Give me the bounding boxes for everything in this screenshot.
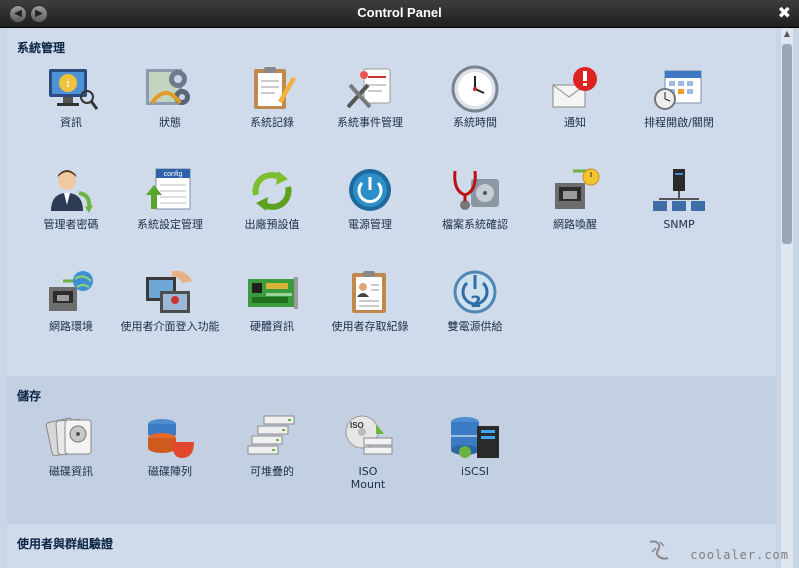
- control-panel-content: 系統管理 i 資訊 狀態 系統記錄 系統事件管理 系統時間 通知 排程開啟/關閉…: [7, 28, 776, 568]
- svg-text:ISO: ISO: [350, 421, 364, 430]
- control-item-label: 網路環境: [49, 320, 93, 333]
- control-item-label: 管理者密碼: [43, 218, 99, 231]
- control-item-label: 磁碟資訊: [49, 465, 93, 478]
- system-log-clipboard-icon: [254, 67, 296, 109]
- raid-icon: [148, 419, 194, 458]
- control-item[interactable]: 檔案系統確認: [425, 165, 525, 231]
- control-item[interactable]: 通知: [525, 63, 625, 129]
- snmp-network-icon: [653, 169, 705, 211]
- section-storage: 儲存 磁碟資訊 磁碟陣列 可堆疊的 ISO ISO Mount iSCSI: [7, 376, 776, 524]
- control-item[interactable]: 電源管理: [320, 165, 420, 231]
- system-event-tools-icon: [346, 68, 391, 109]
- section-title: 使用者與群組驗證: [17, 537, 114, 551]
- control-item[interactable]: 使用者存取紀錄: [320, 267, 420, 333]
- schedule-calendar-icon: [654, 70, 702, 110]
- section-title: 系統管理: [17, 41, 66, 55]
- control-item[interactable]: iSCSI: [425, 412, 525, 478]
- control-item[interactable]: 網路環境: [21, 267, 121, 333]
- control-item[interactable]: 硬體資訊: [222, 267, 322, 333]
- window-title: Control Panel: [357, 5, 442, 20]
- control-item-label: 使用者介面登入功能: [120, 320, 220, 333]
- filesystem-check-stethoscope-icon: [453, 170, 499, 210]
- control-item-label: 系統時間: [453, 116, 497, 129]
- control-item[interactable]: 磁碟陣列: [120, 412, 220, 478]
- control-item-label: 電源管理: [348, 218, 392, 231]
- power-button-icon: [349, 169, 391, 211]
- control-item-label: 可堆疊的: [250, 465, 294, 478]
- control-item[interactable]: i 資訊: [21, 63, 121, 129]
- control-item[interactable]: 出廠預設值: [222, 165, 322, 231]
- control-item-label: 出廠預設值: [244, 218, 300, 231]
- control-item-label: 排程開啟/關閉: [644, 116, 714, 129]
- control-item[interactable]: ISO ISO Mount: [320, 412, 416, 491]
- control-item-label: iSCSI: [461, 465, 489, 478]
- control-item[interactable]: 可堆疊的: [222, 412, 322, 478]
- control-item[interactable]: SNMP: [629, 165, 729, 231]
- control-item-label: 檔案系統確認: [442, 218, 508, 231]
- control-item[interactable]: 系統時間: [425, 63, 525, 129]
- control-item-label: 使用者存取紀錄: [331, 320, 409, 333]
- scroll-up-arrow-icon[interactable]: ▲: [781, 28, 793, 40]
- control-item-label: SNMP: [663, 218, 695, 231]
- control-item-label: 硬體資訊: [250, 320, 294, 333]
- control-item-label: 系統記錄: [250, 116, 294, 129]
- factory-reset-arrows-icon: [252, 171, 292, 211]
- control-item[interactable]: 網路喚醒: [525, 165, 625, 231]
- control-item[interactable]: config 系統設定管理: [120, 165, 220, 231]
- control-item[interactable]: 磁碟資訊: [21, 412, 121, 478]
- control-item-label: 雙電源供給: [447, 320, 503, 333]
- iscsi-icon: [451, 417, 499, 458]
- section-system-management: 系統管理 i 資訊 狀態 系統記錄 系統事件管理 系統時間 通知 排程開啟/關閉…: [7, 28, 776, 376]
- control-item-label: 磁碟陣列: [148, 465, 192, 478]
- window-titlebar: ◀ ▶ Control Panel ✖: [0, 0, 799, 28]
- control-item-label: 資訊: [60, 116, 82, 129]
- control-item-label: 狀態: [159, 116, 181, 129]
- hardware-board-icon: [248, 277, 298, 309]
- vertical-scrollbar[interactable]: ▲: [781, 28, 793, 568]
- control-item-label: ISO Mount: [350, 465, 386, 491]
- ui-login-hand-icon: [146, 270, 192, 313]
- stackable-servers-icon: [247, 415, 295, 455]
- close-button[interactable]: ✖: [778, 3, 791, 22]
- svg-text:i: i: [66, 77, 70, 90]
- control-item-label: 系統設定管理: [137, 218, 203, 231]
- clock-icon: [451, 65, 499, 113]
- notification-envelope-icon: [552, 67, 597, 108]
- admin-user-icon: [51, 170, 93, 213]
- disk-info-icon: [45, 417, 92, 457]
- info-monitor-icon: i: [49, 69, 99, 110]
- section-title: 儲存: [17, 389, 42, 403]
- iso-mount-icon: ISO: [345, 415, 393, 455]
- user-access-log-icon: [352, 271, 386, 313]
- svg-text:2: 2: [470, 292, 481, 311]
- control-item[interactable]: 排程開啟/關閉: [629, 63, 729, 129]
- control-item[interactable]: 系統記錄: [222, 63, 322, 129]
- control-item[interactable]: 狀態: [120, 63, 220, 129]
- watermark-logo-icon: [649, 540, 669, 560]
- wake-on-lan-icon: [555, 168, 600, 209]
- dual-power-icon: 2: [453, 270, 497, 314]
- network-environment-globe-icon: [49, 271, 93, 311]
- svg-text:config: config: [164, 171, 183, 178]
- control-item[interactable]: 管理者密碼: [21, 165, 121, 231]
- watermark-text: coolaler.com: [690, 548, 789, 562]
- control-item-label: 網路喚醒: [553, 218, 597, 231]
- control-item[interactable]: 系統事件管理: [320, 63, 420, 129]
- control-item-label: 通知: [564, 116, 586, 129]
- control-item-label: 系統事件管理: [337, 116, 403, 129]
- control-item[interactable]: 使用者介面登入功能: [120, 267, 220, 333]
- scrollbar-thumb[interactable]: [782, 44, 792, 244]
- control-item[interactable]: 2 雙電源供給: [425, 267, 525, 333]
- config-file-icon: config: [146, 168, 191, 210]
- status-gears-icon: [146, 69, 190, 105]
